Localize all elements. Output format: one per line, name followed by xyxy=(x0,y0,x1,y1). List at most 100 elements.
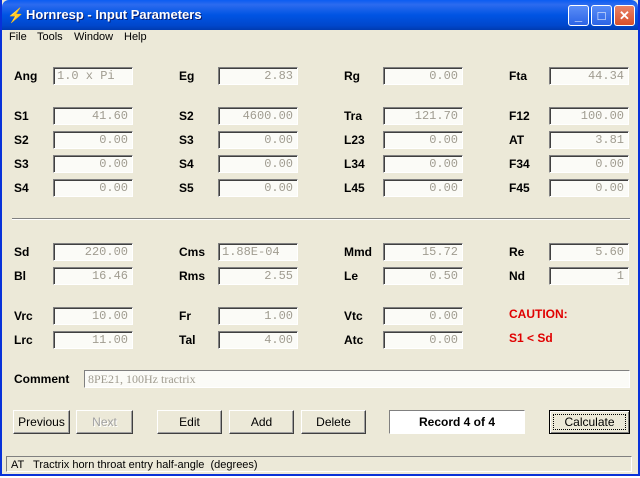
param-field[interactable]: 0.00 xyxy=(53,131,133,149)
calculate-button[interactable]: Calculate xyxy=(549,410,630,434)
maximize-button[interactable]: □ xyxy=(591,5,612,26)
param-field[interactable]: 4.00 xyxy=(218,331,298,349)
param-label: Fta xyxy=(509,69,527,83)
param-field[interactable]: 0.00 xyxy=(383,179,463,197)
param-label: S4 xyxy=(14,181,29,195)
focus-rectangle xyxy=(553,414,626,430)
status-bar: AT Tractrix horn throat entry half-angle… xyxy=(2,456,638,474)
main-window: ⚡ Hornresp - Input Parameters _ □ ✕ File… xyxy=(0,0,640,476)
param-label: Lrc xyxy=(14,333,33,347)
param-field[interactable]: 220.00 xyxy=(53,243,133,261)
param-field[interactable]: 44.34 xyxy=(549,67,629,85)
add-label: Add xyxy=(250,415,273,429)
edit-button[interactable]: Edit xyxy=(157,410,222,434)
param-label: AT xyxy=(509,133,525,147)
param-label: S3 xyxy=(14,157,29,171)
param-field[interactable]: 0.00 xyxy=(218,155,298,173)
param-field[interactable]: 3.81 xyxy=(549,131,629,149)
close-button[interactable]: ✕ xyxy=(614,5,635,26)
caution-title: CAUTION: xyxy=(509,307,568,321)
param-label: F34 xyxy=(509,157,530,171)
param-field[interactable]: 0.00 xyxy=(383,331,463,349)
param-field[interactable]: 2.83 xyxy=(218,67,298,85)
param-field[interactable]: 41.60 xyxy=(53,107,133,125)
param-field[interactable]: 100.00 xyxy=(549,107,629,125)
previous-button[interactable]: Previous xyxy=(13,410,70,434)
delete-button[interactable]: Delete xyxy=(301,410,366,434)
param-label: Rms xyxy=(179,269,206,283)
param-field[interactable]: 0.00 xyxy=(53,179,133,197)
status-text: AT Tractrix horn throat entry half-angle… xyxy=(6,456,632,472)
next-button: Next xyxy=(76,410,133,434)
param-field[interactable]: 1.0 x Pi xyxy=(53,67,133,85)
param-field[interactable]: 2.55 xyxy=(218,267,298,285)
param-label: S4 xyxy=(179,157,194,171)
previous-label: Previous xyxy=(18,415,65,429)
param-field[interactable]: 0.00 xyxy=(383,67,463,85)
menu-help[interactable]: Help xyxy=(124,31,147,43)
param-field[interactable]: 0.00 xyxy=(53,155,133,173)
param-field[interactable]: 0.50 xyxy=(383,267,463,285)
param-field[interactable]: 0.00 xyxy=(549,155,629,173)
minimize-button[interactable]: _ xyxy=(568,5,589,26)
param-label: Mmd xyxy=(344,245,372,259)
param-label: Fr xyxy=(179,309,191,323)
param-field[interactable]: 121.70 xyxy=(383,107,463,125)
param-label: Bl xyxy=(14,269,26,283)
app-lightning-icon: ⚡ xyxy=(7,7,25,23)
param-field[interactable]: 4600.00 xyxy=(218,107,298,125)
param-label: Rg xyxy=(344,69,360,83)
param-label: S3 xyxy=(179,133,194,147)
param-label: Tal xyxy=(179,333,196,347)
param-field[interactable]: 0.00 xyxy=(383,131,463,149)
param-field[interactable]: 1 xyxy=(549,267,629,285)
param-field[interactable]: 1.00 xyxy=(218,307,298,325)
param-label: Atc xyxy=(344,333,364,347)
param-label: Cms xyxy=(179,245,206,259)
param-label: Le xyxy=(344,269,359,283)
next-label: Next xyxy=(92,415,117,429)
param-label: F45 xyxy=(509,181,530,195)
param-label: L45 xyxy=(344,181,365,195)
param-field[interactable]: 0.00 xyxy=(218,131,298,149)
edit-label: Edit xyxy=(179,415,200,429)
minimize-icon: _ xyxy=(574,8,583,23)
param-field[interactable]: 11.00 xyxy=(53,331,133,349)
menu-window[interactable]: Window xyxy=(74,31,113,43)
param-label: S2 xyxy=(14,133,29,147)
param-field[interactable]: 16.46 xyxy=(53,267,133,285)
param-label: Re xyxy=(509,245,525,259)
comment-field[interactable]: 8PE21, 100Hz tractrix xyxy=(84,370,630,388)
comment-label: Comment xyxy=(14,372,70,386)
title-bar[interactable]: ⚡ Hornresp - Input Parameters _ □ ✕ xyxy=(2,0,638,30)
param-label: S5 xyxy=(179,181,194,195)
param-label: Vtc xyxy=(344,309,363,323)
param-label: S2 xyxy=(179,109,194,123)
param-field[interactable]: 15.72 xyxy=(383,243,463,261)
param-label: Vrc xyxy=(14,309,33,323)
section-divider xyxy=(12,218,630,220)
param-field[interactable]: 0.00 xyxy=(549,179,629,197)
add-button[interactable]: Add xyxy=(229,410,294,434)
param-label: L23 xyxy=(344,133,365,147)
param-field[interactable]: 1.88E-04 xyxy=(218,243,298,261)
param-field[interactable]: 0.00 xyxy=(218,179,298,197)
input-parameters-form: CAUTION: S1 < Sd Comment 8PE21, 100Hz tr… xyxy=(2,48,638,454)
caution-message: S1 < Sd xyxy=(509,331,553,345)
param-label: S1 xyxy=(14,109,29,123)
param-label: Ang xyxy=(14,69,38,83)
param-field[interactable]: 0.00 xyxy=(383,155,463,173)
delete-label: Delete xyxy=(316,415,351,429)
menu-file[interactable]: File xyxy=(9,31,27,43)
param-field[interactable]: 0.00 xyxy=(383,307,463,325)
param-label: Eg xyxy=(179,69,195,83)
close-icon: ✕ xyxy=(619,8,630,23)
param-field[interactable]: 5.60 xyxy=(549,243,629,261)
param-label: Nd xyxy=(509,269,525,283)
param-label: Sd xyxy=(14,245,30,259)
param-field[interactable]: 10.00 xyxy=(53,307,133,325)
window-title: Hornresp - Input Parameters xyxy=(26,7,202,22)
menu-tools[interactable]: Tools xyxy=(37,31,63,43)
param-label: Tra xyxy=(344,109,363,123)
menu-bar: File Tools Window Help xyxy=(2,30,638,48)
